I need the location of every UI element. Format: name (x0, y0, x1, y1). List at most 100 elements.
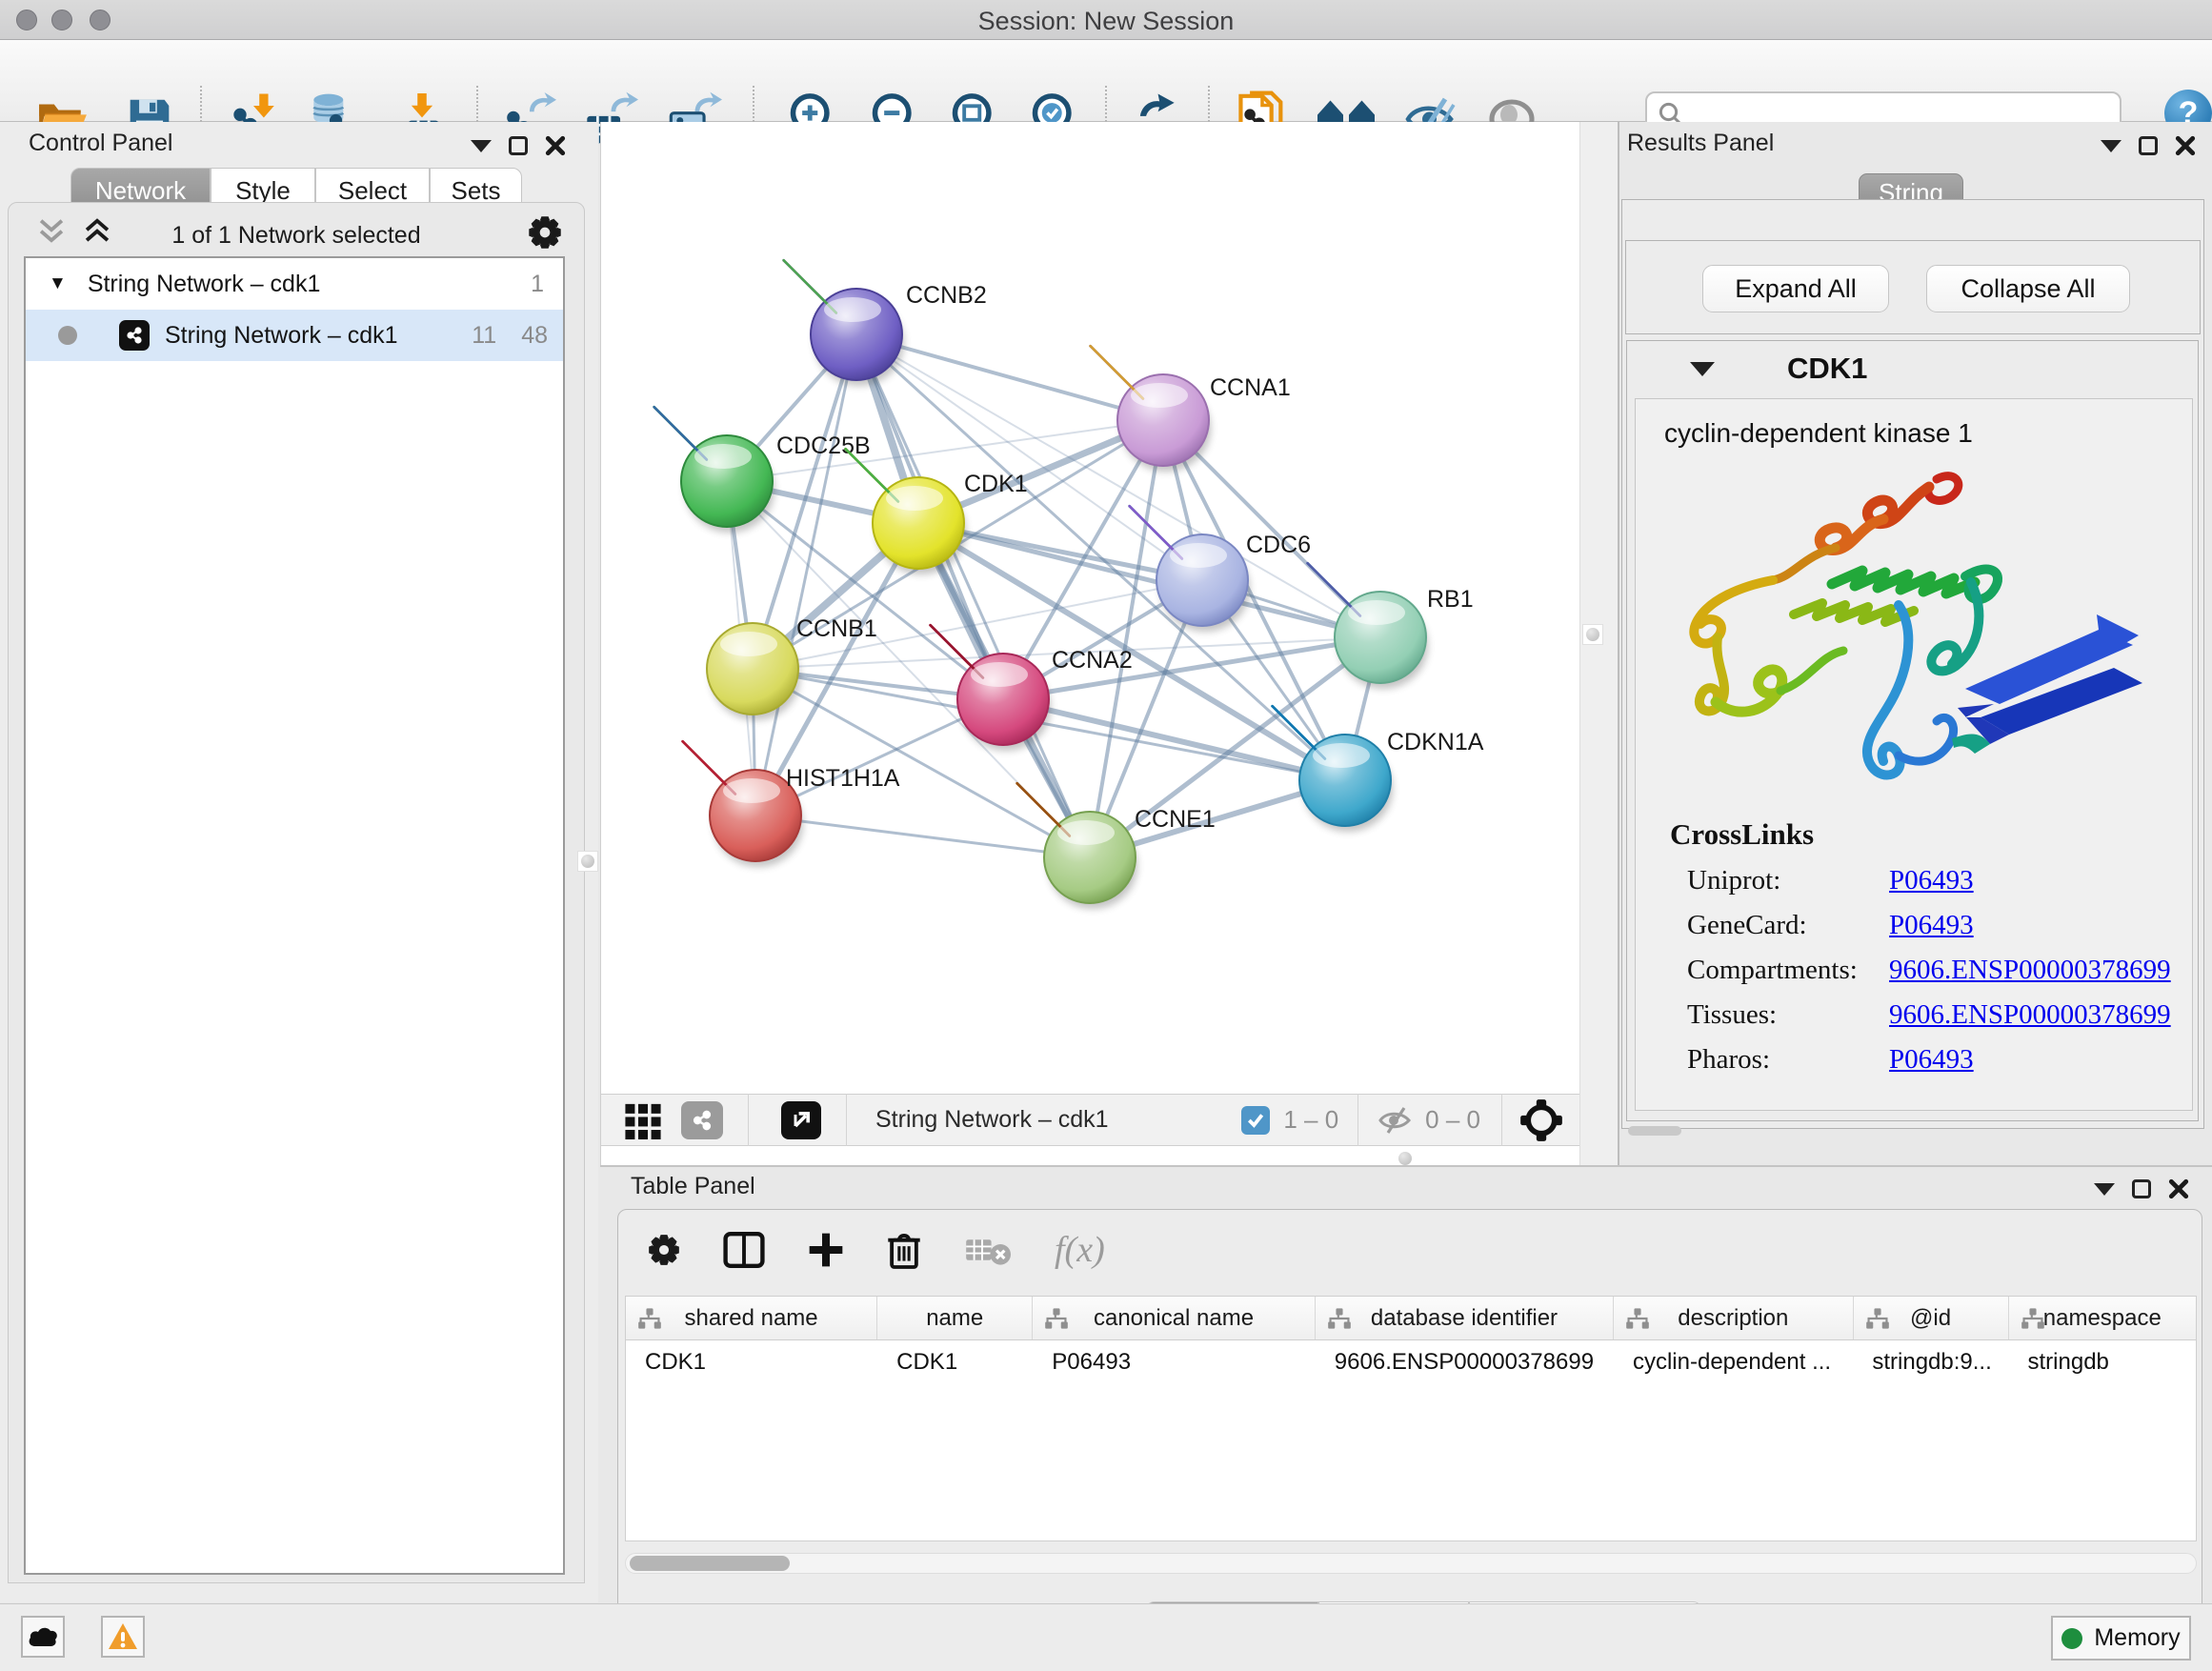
table-toolbar: f(x) (647, 1227, 1105, 1273)
crosslink-value-link[interactable]: 9606.ENSP00000378699 (1889, 999, 2171, 1031)
svg-text:CDC6: CDC6 (1246, 532, 1311, 558)
column-network-icon (637, 1307, 662, 1330)
collapse-all-button[interactable]: Collapse All (1926, 265, 2130, 312)
results-hscrollbar-thumb[interactable] (1628, 1126, 1681, 1136)
hidden-eye-slash-icon (1376, 1104, 1414, 1137)
close-panel-icon[interactable] (545, 135, 566, 156)
cell-canonical-name[interactable]: P06493 (1033, 1340, 1316, 1384)
node-table[interactable]: shared name name canonical name (625, 1296, 2197, 1541)
gene-description: cyclin-dependent kinase 1 (1664, 418, 2192, 449)
delete-column-trash-icon[interactable] (887, 1230, 921, 1270)
gene-section-header[interactable]: CDK1 (1627, 341, 2198, 396)
table-row[interactable]: CDK1 CDK1 P06493 9606.ENSP00000378699 cy… (626, 1340, 2196, 1384)
float-panel-button[interactable] (2132, 1179, 2151, 1198)
float-panel-button[interactable] (509, 136, 528, 155)
check-icon (1246, 1111, 1265, 1130)
svg-text:CCNB1: CCNB1 (796, 615, 877, 642)
column-header-name[interactable]: name (877, 1297, 1033, 1339)
expand-collapse-box: Expand All Collapse All (1625, 240, 2201, 334)
crosslinks-heading: CrossLinks (1670, 817, 2192, 852)
cell-id[interactable]: stringdb:9... (1853, 1340, 2008, 1384)
close-panel-icon[interactable] (2175, 135, 2196, 156)
function-builder-button[interactable]: f(x) (1055, 1229, 1105, 1271)
cloud-status-button[interactable] (21, 1616, 65, 1658)
delete-table-icon[interactable] (963, 1233, 1013, 1267)
cell-shared-name[interactable]: CDK1 (626, 1340, 877, 1384)
main-toolbar: ? (0, 40, 2212, 122)
panel-menu-caret-icon[interactable] (471, 140, 492, 152)
protein-structure-image (1651, 462, 2184, 795)
column-network-icon (1044, 1307, 1069, 1330)
tree-expander-icon[interactable]: ▼ (49, 273, 67, 294)
cloud-icon (27, 1625, 59, 1648)
cell-description[interactable]: cyclin-dependent ... (1614, 1340, 1853, 1384)
crosslinks-list: Uniprot: P06493 GeneCard: P06493 Compart… (1687, 865, 2192, 1076)
float-panel-button[interactable] (2139, 136, 2158, 155)
network-type-icon (119, 320, 150, 351)
results-panel: Results Panel String Expand All Collapse… (1618, 122, 2212, 1165)
network-list-box: 1 of 1 Network selected ▼ String Network… (8, 202, 585, 1583)
crosslink-label: Uniprot: (1687, 865, 1889, 896)
left-splitter-handle[interactable] (577, 851, 598, 872)
column-header-id[interactable]: @id (1854, 1297, 2009, 1339)
column-header-database-identifier[interactable]: database identifier (1316, 1297, 1614, 1339)
crosslink-value-link[interactable]: P06493 (1889, 865, 1974, 896)
column-header-shared-name[interactable]: shared name (626, 1297, 877, 1339)
right-splitter-handle[interactable] (1582, 624, 1603, 645)
table-options-gear-icon[interactable] (647, 1233, 681, 1267)
crosslink-value-link[interactable]: 9606.ENSP00000378699 (1889, 955, 2171, 986)
memory-button[interactable]: Memory (2051, 1616, 2191, 1661)
gene-symbol: CDK1 (1787, 352, 1867, 386)
column-header-namespace[interactable]: namespace (2009, 1297, 2196, 1339)
show-columns-icon[interactable] (723, 1231, 765, 1269)
cell-name[interactable]: CDK1 (877, 1340, 1033, 1384)
grid-view-icon[interactable] (622, 1101, 664, 1139)
network-view-toolbar: String Network – cdk1 1 – 0 0 – 0 (601, 1094, 1580, 1146)
warnings-button[interactable] (101, 1616, 145, 1658)
network-selected-status: 1 of 1 Network selected (9, 222, 584, 250)
crosslink-row: Compartments: 9606.ENSP00000378699 (1687, 955, 2192, 986)
network-collection-row[interactable]: ▼ String Network – cdk1 1 (26, 258, 563, 310)
current-network-dot-icon (58, 326, 77, 345)
selected-nodes-checkbox[interactable] (1241, 1106, 1270, 1135)
crosslink-row: Tissues: 9606.ENSP00000378699 (1687, 999, 2192, 1031)
table-container: f(x) shared name name (617, 1209, 2202, 1605)
network-options-gear-icon[interactable] (527, 214, 563, 251)
network-canvas[interactable]: CCNB2CCNA1CDC25BCDK1CDC6RB1CCNB1CCNA2CDK… (601, 122, 1580, 1094)
window-title: Session: New Session (0, 7, 2212, 36)
table-hscrollbar-thumb[interactable] (630, 1556, 790, 1571)
table-panel: Table Panel (600, 1165, 2212, 1603)
crosslink-value-link[interactable]: P06493 (1889, 1044, 1974, 1076)
column-network-icon (1625, 1307, 1650, 1330)
title-bar: Session: New Session (0, 0, 2212, 40)
column-network-icon (2021, 1307, 2045, 1330)
network-share-view-button[interactable] (681, 1101, 723, 1139)
memory-status-dot-icon (2061, 1628, 2082, 1649)
panel-menu-caret-icon[interactable] (2101, 140, 2122, 152)
node-count: 11 (472, 322, 496, 350)
detach-view-button[interactable] (781, 1101, 821, 1139)
gene-detail-box: cyclin-dependent kinase 1 (1635, 398, 2193, 1111)
crosslink-value-link[interactable]: P06493 (1889, 910, 1974, 941)
column-header-canonical-name[interactable]: canonical name (1033, 1297, 1316, 1339)
crosslink-label: Compartments: (1687, 955, 1889, 986)
table-hscrollbar[interactable] (625, 1553, 2197, 1574)
cell-namespace[interactable]: stringdb (2009, 1340, 2196, 1384)
svg-text:CDKN1A: CDKN1A (1387, 729, 1484, 755)
panel-menu-caret-icon[interactable] (2094, 1183, 2115, 1196)
svg-text:CCNE1: CCNE1 (1135, 806, 1216, 833)
network-row[interactable]: String Network – cdk1 11 48 (26, 310, 563, 361)
expand-all-button[interactable]: Expand All (1702, 265, 1889, 312)
warning-icon (108, 1622, 138, 1651)
close-panel-icon[interactable] (2168, 1178, 2189, 1199)
birds-eye-target-icon[interactable] (1519, 1098, 1563, 1142)
gene-expander-icon[interactable] (1690, 362, 1715, 376)
cell-database-identifier[interactable]: 9606.ENSP00000378699 (1316, 1340, 1614, 1384)
svg-text:CDK1: CDK1 (964, 471, 1028, 497)
bottom-splitter-handle[interactable] (1398, 1152, 1412, 1165)
hidden-count-badge: 0 – 0 (1425, 1105, 1480, 1135)
column-header-description[interactable]: description (1614, 1297, 1853, 1339)
svg-text:CDC25B: CDC25B (776, 433, 871, 459)
add-column-icon[interactable] (807, 1231, 845, 1269)
svg-text:HIST1H1A: HIST1H1A (786, 765, 900, 792)
